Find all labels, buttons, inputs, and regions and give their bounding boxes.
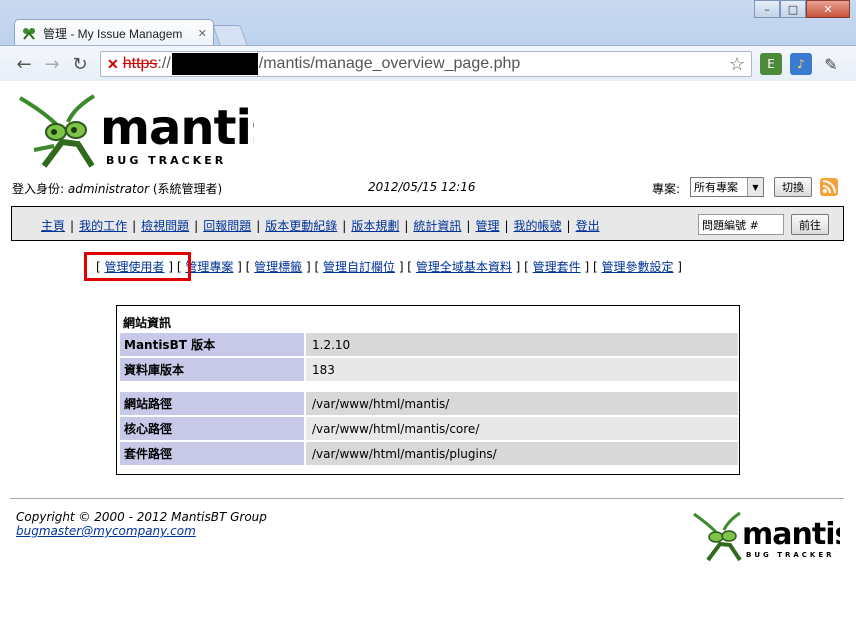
issue-id-input[interactable]: 問題編號 # — [698, 214, 784, 235]
logo-wordmark: mantis — [100, 100, 254, 156]
menu-my-view[interactable]: 我的工作 — [79, 219, 127, 233]
footer-email-link[interactable]: bugmaster@mycompany.com — [16, 524, 196, 538]
site-info-table: 網站資訊 MantisBT 版本 1.2.10 資料庫版本 183 網站路徑 /… — [116, 305, 740, 475]
row-label: 套件路徑 — [120, 442, 304, 465]
mantis-logo[interactable]: mantis BUG TRACKER — [14, 90, 280, 173]
menu-view-issues[interactable]: 檢視問題 — [141, 219, 189, 233]
project-label: 專案: — [652, 182, 681, 196]
table-row: 網站路徑 /var/www/html/mantis/ — [120, 392, 738, 415]
row-value: 1.2.10 — [306, 333, 738, 356]
submenu-manage-plugins[interactable]: 管理套件 — [533, 260, 581, 274]
menu-my-account[interactable]: 我的帳號 — [514, 219, 562, 233]
close-window-button[interactable]: ✕ — [806, 0, 850, 18]
site-info-title: 網站資訊 — [123, 316, 172, 330]
browser-tab[interactable]: 管理 - My Issue Managem ✕ — [14, 19, 214, 46]
forward-icon[interactable]: → — [40, 53, 64, 75]
reload-icon[interactable]: ↻ — [68, 53, 92, 75]
tab-title: 管理 - My Issue Managem — [43, 26, 183, 41]
address-bar[interactable]: ✕ https :// /mantis/manage_overview_page… — [100, 51, 752, 77]
login-username: administrator — [67, 182, 150, 196]
menu-roadmap[interactable]: 版本規劃 — [351, 219, 399, 233]
footer-copyright: Copyright © 2000 - 2012 MantisBT Group — [16, 510, 267, 524]
window-controls: – □ ✕ — [754, 0, 850, 18]
footer-divider — [10, 498, 844, 499]
url-path: /mantis/manage_overview_page.php — [258, 55, 521, 72]
menu-home[interactable]: 主頁 — [41, 219, 65, 233]
table-row: 資料庫版本 183 — [120, 358, 738, 381]
submenu-manage-tags[interactable]: 管理標籤 — [254, 260, 302, 274]
browser-toolbar: ← → ↻ ✕ https :// /mantis/manage_overvie… — [0, 45, 856, 81]
project-select-value: 所有專案 — [694, 181, 738, 194]
table-row: 核心路徑 /var/www/html/mantis/core/ — [120, 417, 738, 440]
maximize-button[interactable]: □ — [780, 0, 806, 18]
menu-report-issue[interactable]: 回報問題 — [203, 219, 251, 233]
submenu-manage-configuration[interactable]: 管理參數設定 — [601, 260, 673, 274]
login-info-row: 登入身份: administrator (系統管理者) 2012/05/15 1… — [12, 177, 842, 197]
evernote-icon[interactable]: E — [760, 53, 782, 75]
logo-subtitle: BUG TRACKER — [106, 154, 226, 167]
row-label: 網站路徑 — [120, 392, 304, 415]
login-role: (系統管理者) — [149, 182, 223, 196]
url-separator: :// — [157, 55, 171, 72]
menu-summary[interactable]: 統計資訊 — [413, 219, 461, 233]
submenu-manage-global-profiles[interactable]: 管理全域基本資料 — [416, 260, 512, 274]
menu-changelog[interactable]: 版本更動紀錄 — [265, 219, 337, 233]
menu-manage[interactable]: 管理 — [475, 219, 499, 233]
mantis-logo-footer[interactable]: mantis BUG TRACKER — [690, 510, 852, 565]
row-label: 核心路徑 — [120, 417, 304, 440]
logo-wordmark: mantis — [742, 517, 840, 552]
redacted-host — [171, 53, 258, 75]
new-tab-button[interactable] — [212, 25, 248, 45]
browser-chrome: 管理 - My Issue Managem ✕ – □ ✕ ← → ↻ ✕ ht… — [0, 0, 856, 81]
mantis-bug-icon: mantis BUG TRACKER — [18, 94, 280, 168]
mantis-bug-icon: mantis BUG TRACKER — [693, 511, 852, 562]
row-value: /var/www/html/mantis/core/ — [306, 417, 738, 440]
page-content: mantis BUG TRACKER 登入身份: administrator (… — [0, 82, 856, 638]
login-status: 登入身份: administrator (系統管理者) — [12, 180, 222, 197]
tab-close-icon[interactable]: ✕ — [198, 27, 207, 40]
logo-subtitle: BUG TRACKER — [746, 551, 835, 559]
row-label: 資料庫版本 — [120, 358, 304, 381]
minimize-button[interactable]: – — [754, 0, 780, 18]
submenu-manage-projects[interactable]: 管理專案 — [185, 260, 233, 274]
url-scheme: https — [122, 55, 158, 72]
menu-logout[interactable]: 登出 — [576, 219, 600, 233]
current-datetime: 2012/05/15 12:16 — [368, 180, 476, 194]
bookmark-star-icon[interactable]: ☆ — [729, 54, 745, 75]
mantis-favicon-icon — [23, 28, 35, 40]
main-menu: 主頁 | 我的工作 | 檢視問題 | 回報問題 | 版本更動紀錄 | 版本規劃 | 統計資訊 | 管理 | 我的… — [11, 206, 844, 241]
project-select[interactable]: 所有專案 ▼ — [690, 177, 764, 197]
row-label: MantisBT 版本 — [120, 333, 304, 356]
highlight-annotation — [84, 252, 191, 281]
speaker-icon[interactable]: ♪ — [790, 53, 812, 75]
insecure-lock-icon: ✕ — [107, 55, 119, 72]
table-row: 套件路徑 /var/www/html/mantis/plugins/ — [120, 442, 738, 465]
row-value: /var/www/html/mantis/ — [306, 392, 738, 415]
jump-to-issue-button[interactable]: 前往 — [791, 214, 829, 235]
submenu-manage-custom-fields[interactable]: 管理自訂欄位 — [323, 260, 395, 274]
login-label: 登入身份: — [12, 182, 68, 196]
row-value: /var/www/html/mantis/plugins/ — [306, 442, 738, 465]
main-menu-links: 主頁 | 我的工作 | 檢視問題 | 回報問題 | 版本更動紀錄 | 版本規劃 | 統計資訊 | 管理 | 我的… — [41, 219, 600, 233]
row-value: 183 — [306, 358, 738, 381]
rss-icon[interactable] — [820, 178, 838, 196]
wrench-icon[interactable]: ✎ — [820, 53, 842, 75]
table-row: MantisBT 版本 1.2.10 — [120, 333, 738, 356]
back-icon[interactable]: ← — [12, 53, 36, 75]
chevron-down-icon: ▼ — [747, 178, 763, 196]
switch-project-button[interactable]: 切換 — [774, 177, 812, 197]
